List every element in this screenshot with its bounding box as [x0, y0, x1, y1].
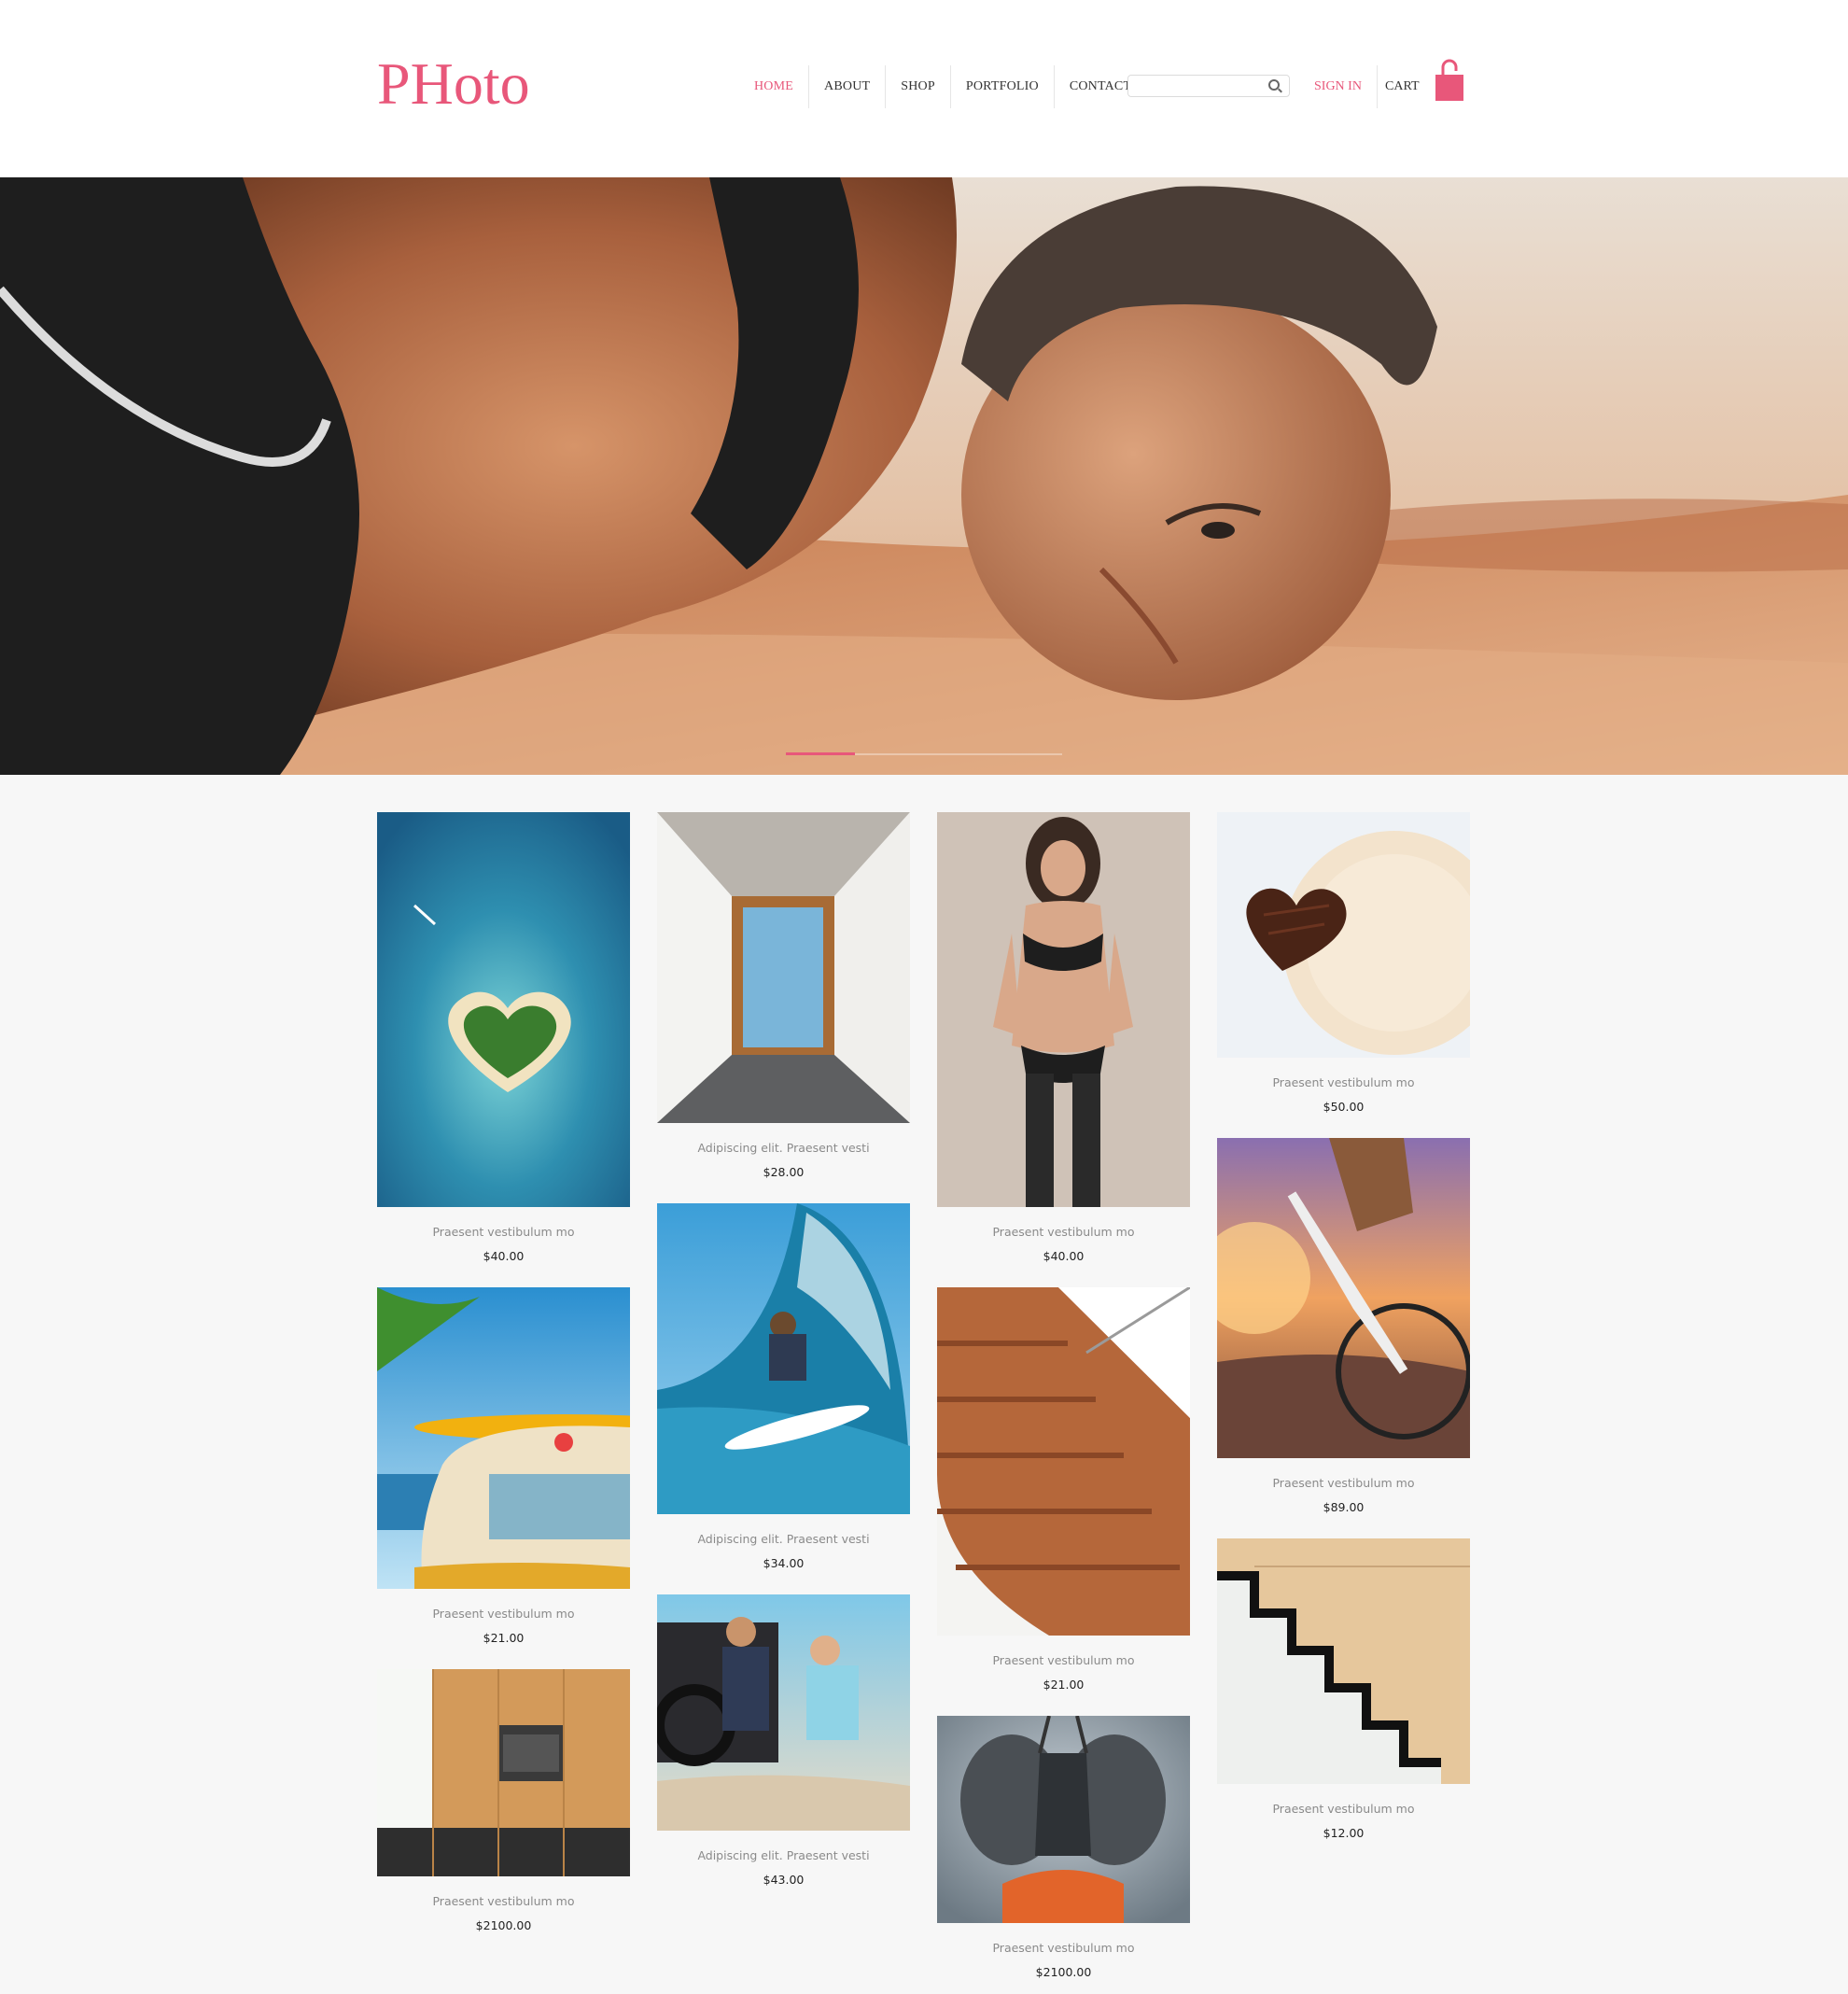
product-card[interactable]: Praesent vestibulum mo $50.00 [1217, 812, 1470, 1116]
product-card[interactable]: Praesent vestibulum mo $40.00 [937, 812, 1190, 1265]
product-card[interactable]: Praesent vestibulum mo $12.00 [1217, 1538, 1470, 1842]
product-price: $89.00 [1323, 1500, 1365, 1514]
hero-slider [0, 177, 1848, 775]
product-card[interactable]: Adipiscing elit. Praesent vesti $34.00 [657, 1203, 910, 1572]
product-card[interactable]: Praesent vestibulum mo $2100.00 [937, 1716, 1190, 1981]
product-card[interactable]: Praesent vestibulum mo $2100.00 [377, 1669, 630, 1934]
chocolate-heart-coffee-photo[interactable] [1217, 812, 1470, 1058]
mountain-bike-photo[interactable] [1217, 1138, 1470, 1458]
main-nav: HOME ABOUT SHOP PORTFOLIO CONTACTS [739, 65, 1154, 108]
floating-stairs-photo[interactable] [1217, 1538, 1470, 1784]
product-price: $34.00 [763, 1556, 805, 1570]
product-caption: Praesent vestibulum mo [432, 1894, 575, 1908]
product-card[interactable]: Adipiscing elit. Praesent vesti $43.00 [657, 1594, 910, 1889]
model-lingerie-photo[interactable] [937, 812, 1190, 1207]
slider-progress-active[interactable] [786, 752, 855, 755]
corridor-window-photo[interactable] [657, 812, 910, 1123]
product-caption: Praesent vestibulum mo [432, 1225, 575, 1239]
nav-shop[interactable]: SHOP [886, 65, 951, 108]
product-caption: Adipiscing elit. Praesent vesti [697, 1141, 870, 1155]
product-price: $21.00 [483, 1631, 525, 1645]
sign-in-link[interactable]: SIGN IN [1314, 65, 1378, 108]
search-icon[interactable] [1268, 79, 1280, 91]
site-header: PHoto HOME ABOUT SHOP PORTFOLIO CONTACTS… [0, 0, 1848, 177]
nav-about[interactable]: ABOUT [809, 65, 887, 108]
product-price: $40.00 [483, 1249, 525, 1263]
kitchen-photo[interactable] [377, 1669, 630, 1876]
surfer-wave-photo[interactable] [657, 1203, 910, 1514]
shopping-bag-icon[interactable] [1435, 56, 1464, 101]
product-caption: Adipiscing elit. Praesent vesti [697, 1848, 870, 1862]
product-card[interactable]: Adipiscing elit. Praesent vesti $28.00 [657, 812, 910, 1181]
product-caption: Adipiscing elit. Praesent vesti [697, 1532, 870, 1546]
surfboard-van-photo[interactable] [377, 1287, 630, 1589]
product-price: $40.00 [1043, 1249, 1085, 1263]
product-gallery: Praesent vestibulum mo $40.00 Praesent v… [377, 812, 1471, 1994]
site-logo[interactable]: PHoto [377, 47, 530, 121]
product-caption: Praesent vestibulum mo [992, 1225, 1135, 1239]
search-box [1127, 75, 1290, 97]
product-price: $2100.00 [475, 1918, 532, 1932]
product-caption: Praesent vestibulum mo [992, 1653, 1135, 1667]
product-price: $12.00 [1323, 1826, 1365, 1840]
insect-macro-photo[interactable] [937, 1716, 1190, 1923]
cart-link[interactable]: CART [1385, 65, 1420, 108]
product-price: $50.00 [1323, 1100, 1365, 1114]
product-caption: Praesent vestibulum mo [1272, 1476, 1415, 1490]
search-input[interactable] [1134, 76, 1268, 96]
nav-home[interactable]: HOME [739, 65, 810, 108]
product-card[interactable]: Praesent vestibulum mo $21.00 [937, 1287, 1190, 1693]
nav-portfolio[interactable]: PORTFOLIO [951, 65, 1055, 108]
product-caption: Praesent vestibulum mo [992, 1941, 1135, 1955]
product-price: $28.00 [763, 1165, 805, 1179]
heart-island-photo[interactable] [377, 812, 630, 1207]
product-caption: Praesent vestibulum mo [1272, 1802, 1415, 1816]
product-card[interactable]: Praesent vestibulum mo $89.00 [1217, 1138, 1470, 1516]
product-price: $2100.00 [1035, 1965, 1092, 1979]
motorbike-couple-photo[interactable] [657, 1594, 910, 1831]
hero-athlete-photo [0, 177, 1848, 775]
product-caption: Praesent vestibulum mo [432, 1607, 575, 1621]
product-price: $43.00 [763, 1873, 805, 1887]
product-caption: Praesent vestibulum mo [1272, 1075, 1415, 1089]
wooden-stairs-photo[interactable] [937, 1287, 1190, 1636]
product-price: $21.00 [1043, 1678, 1085, 1692]
product-card[interactable]: Praesent vestibulum mo $21.00 [377, 1287, 630, 1647]
product-card[interactable]: Praesent vestibulum mo $40.00 [377, 812, 630, 1265]
